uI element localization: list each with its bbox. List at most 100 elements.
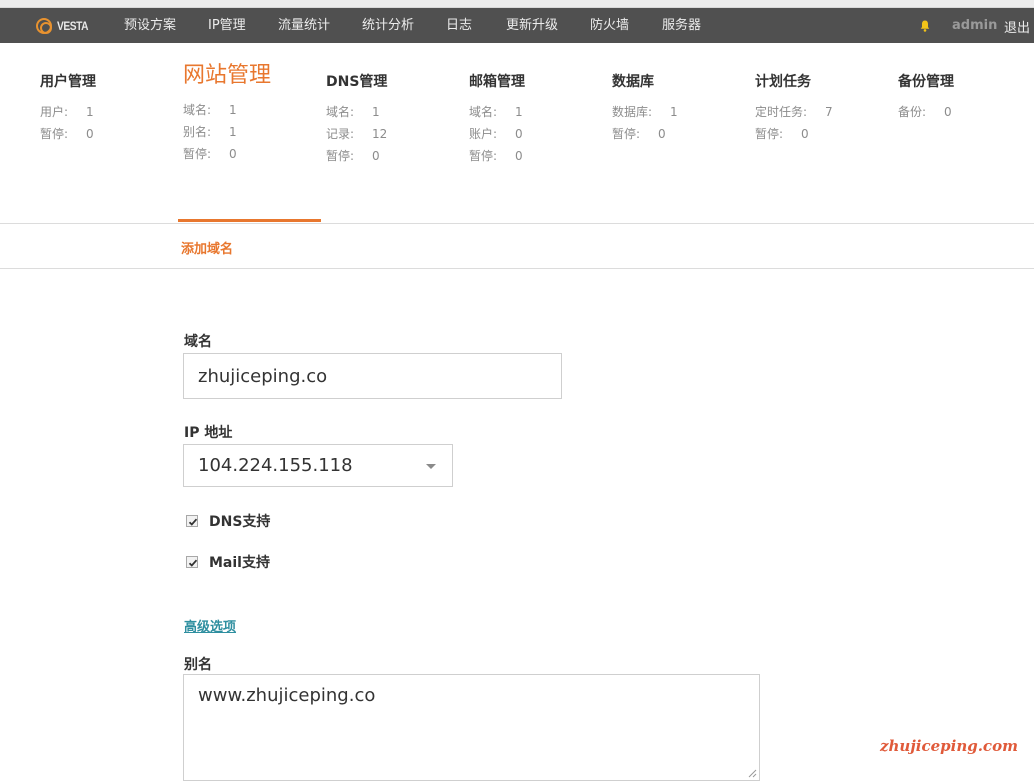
stat-row: 定时任务: 7 — [755, 103, 895, 125]
bell-icon[interactable] — [920, 20, 930, 32]
checkmark-icon — [188, 559, 198, 567]
mail-support-option[interactable]: Mail支持 — [186, 552, 270, 572]
nav-ip[interactable]: IP管理 — [208, 18, 246, 34]
stat-value: 1 — [229, 103, 237, 117]
stat-web[interactable]: 网站管理 域名: 1 别名: 1 暂停: 0 — [183, 65, 323, 167]
stat-value: 1 — [229, 125, 237, 139]
nav-graphs[interactable]: 流量统计 — [278, 18, 330, 34]
nav-server[interactable]: 服务器 — [662, 18, 701, 34]
stat-value: 1 — [372, 105, 380, 119]
stat-value: 0 — [658, 127, 666, 141]
stat-dns[interactable]: DNS管理 域名: 1 记录: 12 暂停: 0 — [326, 72, 466, 169]
stat-value: 0 — [944, 105, 952, 119]
stat-value: 7 — [825, 105, 833, 119]
nav-log[interactable]: 日志 — [446, 18, 472, 34]
stat-db[interactable]: 数据库 数据库: 1 暂停: 0 — [612, 72, 752, 147]
stat-value: 0 — [372, 149, 380, 163]
domain-input[interactable]: zhujiceping.co — [183, 353, 562, 399]
stat-users[interactable]: 用户管理 用户: 1 暂停: 0 — [40, 72, 180, 147]
stat-row: 域名: 1 — [326, 103, 466, 125]
stat-label: 暂停: — [469, 149, 498, 163]
stat-backup[interactable]: 备份管理 备份: 0 — [898, 72, 1034, 125]
stat-value: 0 — [801, 127, 809, 141]
stat-mail[interactable]: 邮箱管理 域名: 1 账户: 0 暂停: 0 — [469, 72, 609, 169]
watermark: zhujiceping.com — [880, 737, 1018, 755]
nav-statistics[interactable]: 统计分析 — [362, 18, 414, 34]
resize-grip-icon[interactable] — [747, 768, 757, 778]
stat-title[interactable]: 数据库 — [612, 72, 752, 92]
stat-row: 别名: 1 — [183, 123, 323, 145]
stat-title[interactable]: DNS管理 — [326, 72, 466, 92]
stat-label: 暂停: — [755, 127, 784, 141]
top-navbar: VESTA 预设方案 IP管理 流量统计 统计分析 日志 更新升级 防火墙 服务… — [0, 8, 1034, 43]
stat-title-active[interactable]: 网站管理 — [183, 65, 323, 90]
stat-row: 用户: 1 — [40, 103, 180, 125]
stat-value: 0 — [515, 149, 523, 163]
domain-input-value: zhujiceping.co — [198, 365, 328, 387]
stat-title[interactable]: 邮箱管理 — [469, 72, 609, 92]
stat-label: 域名: — [326, 105, 355, 119]
stat-row: 域名: 1 — [183, 101, 323, 123]
chevron-down-icon — [426, 464, 436, 469]
dns-support-checkbox[interactable] — [186, 515, 198, 527]
stat-cron[interactable]: 计划任务 定时任务: 7 暂停: 0 — [755, 72, 895, 147]
stat-row: 记录: 12 — [326, 125, 466, 147]
stat-row: 暂停: 0 — [183, 145, 323, 167]
stat-row: 数据库: 1 — [612, 103, 752, 125]
stat-value: 1 — [86, 105, 94, 119]
divider — [0, 268, 1034, 269]
stat-row: 域名: 1 — [469, 103, 609, 125]
dns-support-label[interactable]: DNS支持 — [209, 511, 270, 531]
stat-title[interactable]: 计划任务 — [755, 72, 895, 92]
alias-textarea-value: www.zhujiceping.co — [198, 685, 376, 706]
stat-label: 暂停: — [326, 149, 355, 163]
alias-label: 别名 — [184, 657, 212, 673]
mail-support-checkbox[interactable] — [186, 556, 198, 568]
stat-label: 暂停: — [40, 127, 69, 141]
stat-label: 别名: — [183, 125, 212, 139]
stat-label: 记录: — [326, 127, 355, 141]
advanced-options-link[interactable]: 高级选项 — [184, 616, 236, 635]
stat-row: 暂停: 0 — [755, 125, 895, 147]
nav-updates[interactable]: 更新升级 — [506, 18, 558, 34]
ip-select[interactable]: 104.224.155.118 — [183, 444, 453, 487]
dns-support-option[interactable]: DNS支持 — [186, 511, 270, 531]
stat-row: 暂停: 0 — [326, 147, 466, 169]
mail-support-label[interactable]: Mail支持 — [209, 552, 270, 572]
username[interactable]: admin — [952, 18, 997, 33]
stat-label: 用户: — [40, 105, 69, 119]
logout-link[interactable]: 退出 — [1004, 17, 1030, 36]
ip-select-value: 104.224.155.118 — [198, 455, 353, 476]
stat-row: 暂停: 0 — [612, 125, 752, 147]
divider — [0, 223, 1034, 224]
alias-textarea[interactable]: www.zhujiceping.co — [183, 674, 760, 781]
stat-row: 备份: 0 — [898, 103, 1034, 125]
stat-title[interactable]: 用户管理 — [40, 72, 180, 92]
stat-row: 账户: 0 — [469, 125, 609, 147]
stat-value: 0 — [515, 127, 523, 141]
stat-label: 备份: — [898, 105, 927, 119]
stat-row: 暂停: 0 — [40, 125, 180, 147]
stat-label: 账户: — [469, 127, 498, 141]
stat-row: 暂停: 0 — [469, 147, 609, 169]
stat-label: 暂停: — [612, 127, 641, 141]
vesta-logo[interactable]: VESTA — [36, 17, 94, 35]
stat-value: 0 — [229, 147, 237, 161]
nav-firewall[interactable]: 防火墙 — [590, 18, 629, 34]
active-tab-indicator — [178, 219, 321, 222]
browser-top-strip — [0, 0, 1034, 8]
add-domain-link[interactable]: 添加域名 — [181, 238, 233, 257]
stat-label: 定时任务: — [755, 105, 808, 119]
vesta-logo-icon — [36, 18, 52, 34]
stat-value: 1 — [670, 105, 678, 119]
stat-label: 域名: — [183, 103, 212, 117]
stat-label: 域名: — [469, 105, 498, 119]
stat-title[interactable]: 备份管理 — [898, 72, 1034, 92]
stat-label: 数据库: — [612, 105, 653, 119]
domain-label: 域名 — [184, 334, 212, 350]
nav-packages[interactable]: 预设方案 — [124, 18, 176, 34]
stat-value: 0 — [86, 127, 94, 141]
logo-text: VESTA — [57, 19, 89, 33]
ip-label: IP 地址 — [184, 425, 233, 441]
stat-value: 1 — [515, 105, 523, 119]
